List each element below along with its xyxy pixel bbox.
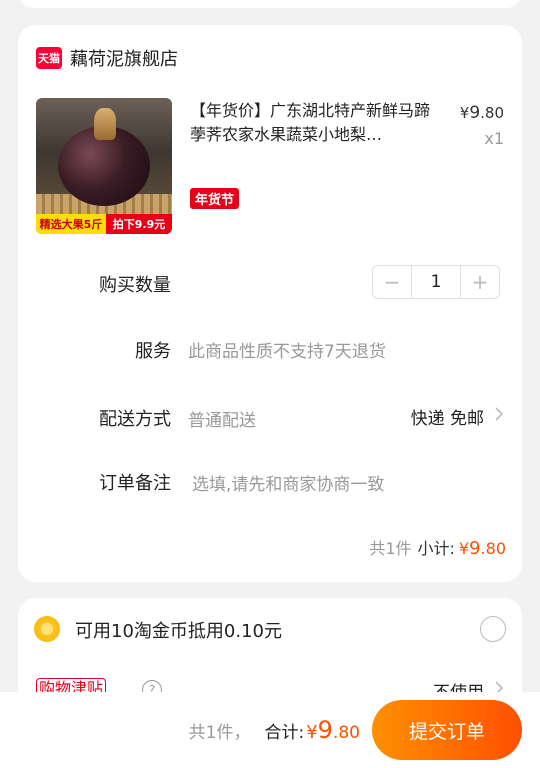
service-label: 服务	[135, 341, 171, 362]
product-price: ¥9.80	[460, 103, 504, 123]
checkout-bar: 共1件， 合计: ¥9.80 提交订单	[0, 692, 540, 768]
delivery-method: 快递 免邮	[410, 409, 484, 429]
increment-button[interactable]: +	[461, 266, 499, 298]
submit-order-button[interactable]: 提交订单	[372, 700, 522, 760]
tmall-badge-icon: 天猫	[36, 47, 62, 69]
coin-deduction-text: 可用10淘金币抵用0.10元	[75, 621, 282, 642]
product-quantity: x1	[484, 129, 504, 148]
order-card: 天猫 藕荷泥旗舰店 精选大果5斤 拍下9.9元 【年货价】广东湖北特产新鲜马蹄荸…	[18, 25, 522, 582]
subtotal-price: ¥9.80	[458, 538, 506, 559]
total-label: 合计:	[264, 723, 305, 743]
festival-badge: 年货节	[190, 188, 240, 209]
image-tag-right: 拍下9.9元	[106, 214, 172, 234]
order-note-input[interactable]: 选填,请先和商家协商一致	[192, 470, 384, 495]
subtotal-label: 小计:	[417, 539, 455, 558]
subtotal: 共1件 小计: ¥9.80	[369, 535, 506, 559]
coin-radio-button[interactable]	[480, 616, 506, 642]
previous-card-edge	[18, 0, 522, 8]
delivery-value: 普通配送	[188, 411, 256, 431]
decrement-button[interactable]: −	[373, 266, 411, 298]
order-total: 共1件， 合计: ¥9.80	[189, 716, 360, 744]
quantity-value[interactable]: 1	[411, 266, 461, 298]
delivery-label: 配送方式	[99, 409, 171, 430]
price-integer: 9	[469, 103, 481, 123]
taobao-coin-icon	[34, 616, 60, 642]
water-chestnut-sprout-graphic	[94, 108, 116, 140]
image-tag-left: 精选大果5斤	[36, 214, 106, 234]
subtotal-count: 共1件	[369, 539, 412, 558]
delivery-selector[interactable]: 快递 免邮	[411, 404, 504, 429]
order-note-label: 订单备注	[99, 473, 171, 494]
product-image[interactable]: 精选大果5斤 拍下9.9元	[36, 98, 172, 234]
product-title[interactable]: 【年货价】广东湖北特产新鲜马蹄荸荠农家水果蔬菜小地梨…	[190, 99, 440, 147]
quantity-stepper: − 1 +	[372, 265, 500, 299]
total-count: 共1件，	[188, 723, 251, 743]
quantity-label: 购买数量	[99, 275, 171, 296]
total-price: ¥9.80	[306, 716, 360, 744]
chevron-right-icon	[494, 406, 504, 427]
shop-header[interactable]: 天猫 藕荷泥旗舰店	[36, 45, 178, 71]
shop-name[interactable]: 藕荷泥旗舰店	[70, 45, 178, 71]
price-decimal: .80	[480, 104, 504, 122]
price-symbol: ¥	[459, 104, 470, 122]
service-value: 此商品性质不支持7天退货	[188, 342, 386, 362]
